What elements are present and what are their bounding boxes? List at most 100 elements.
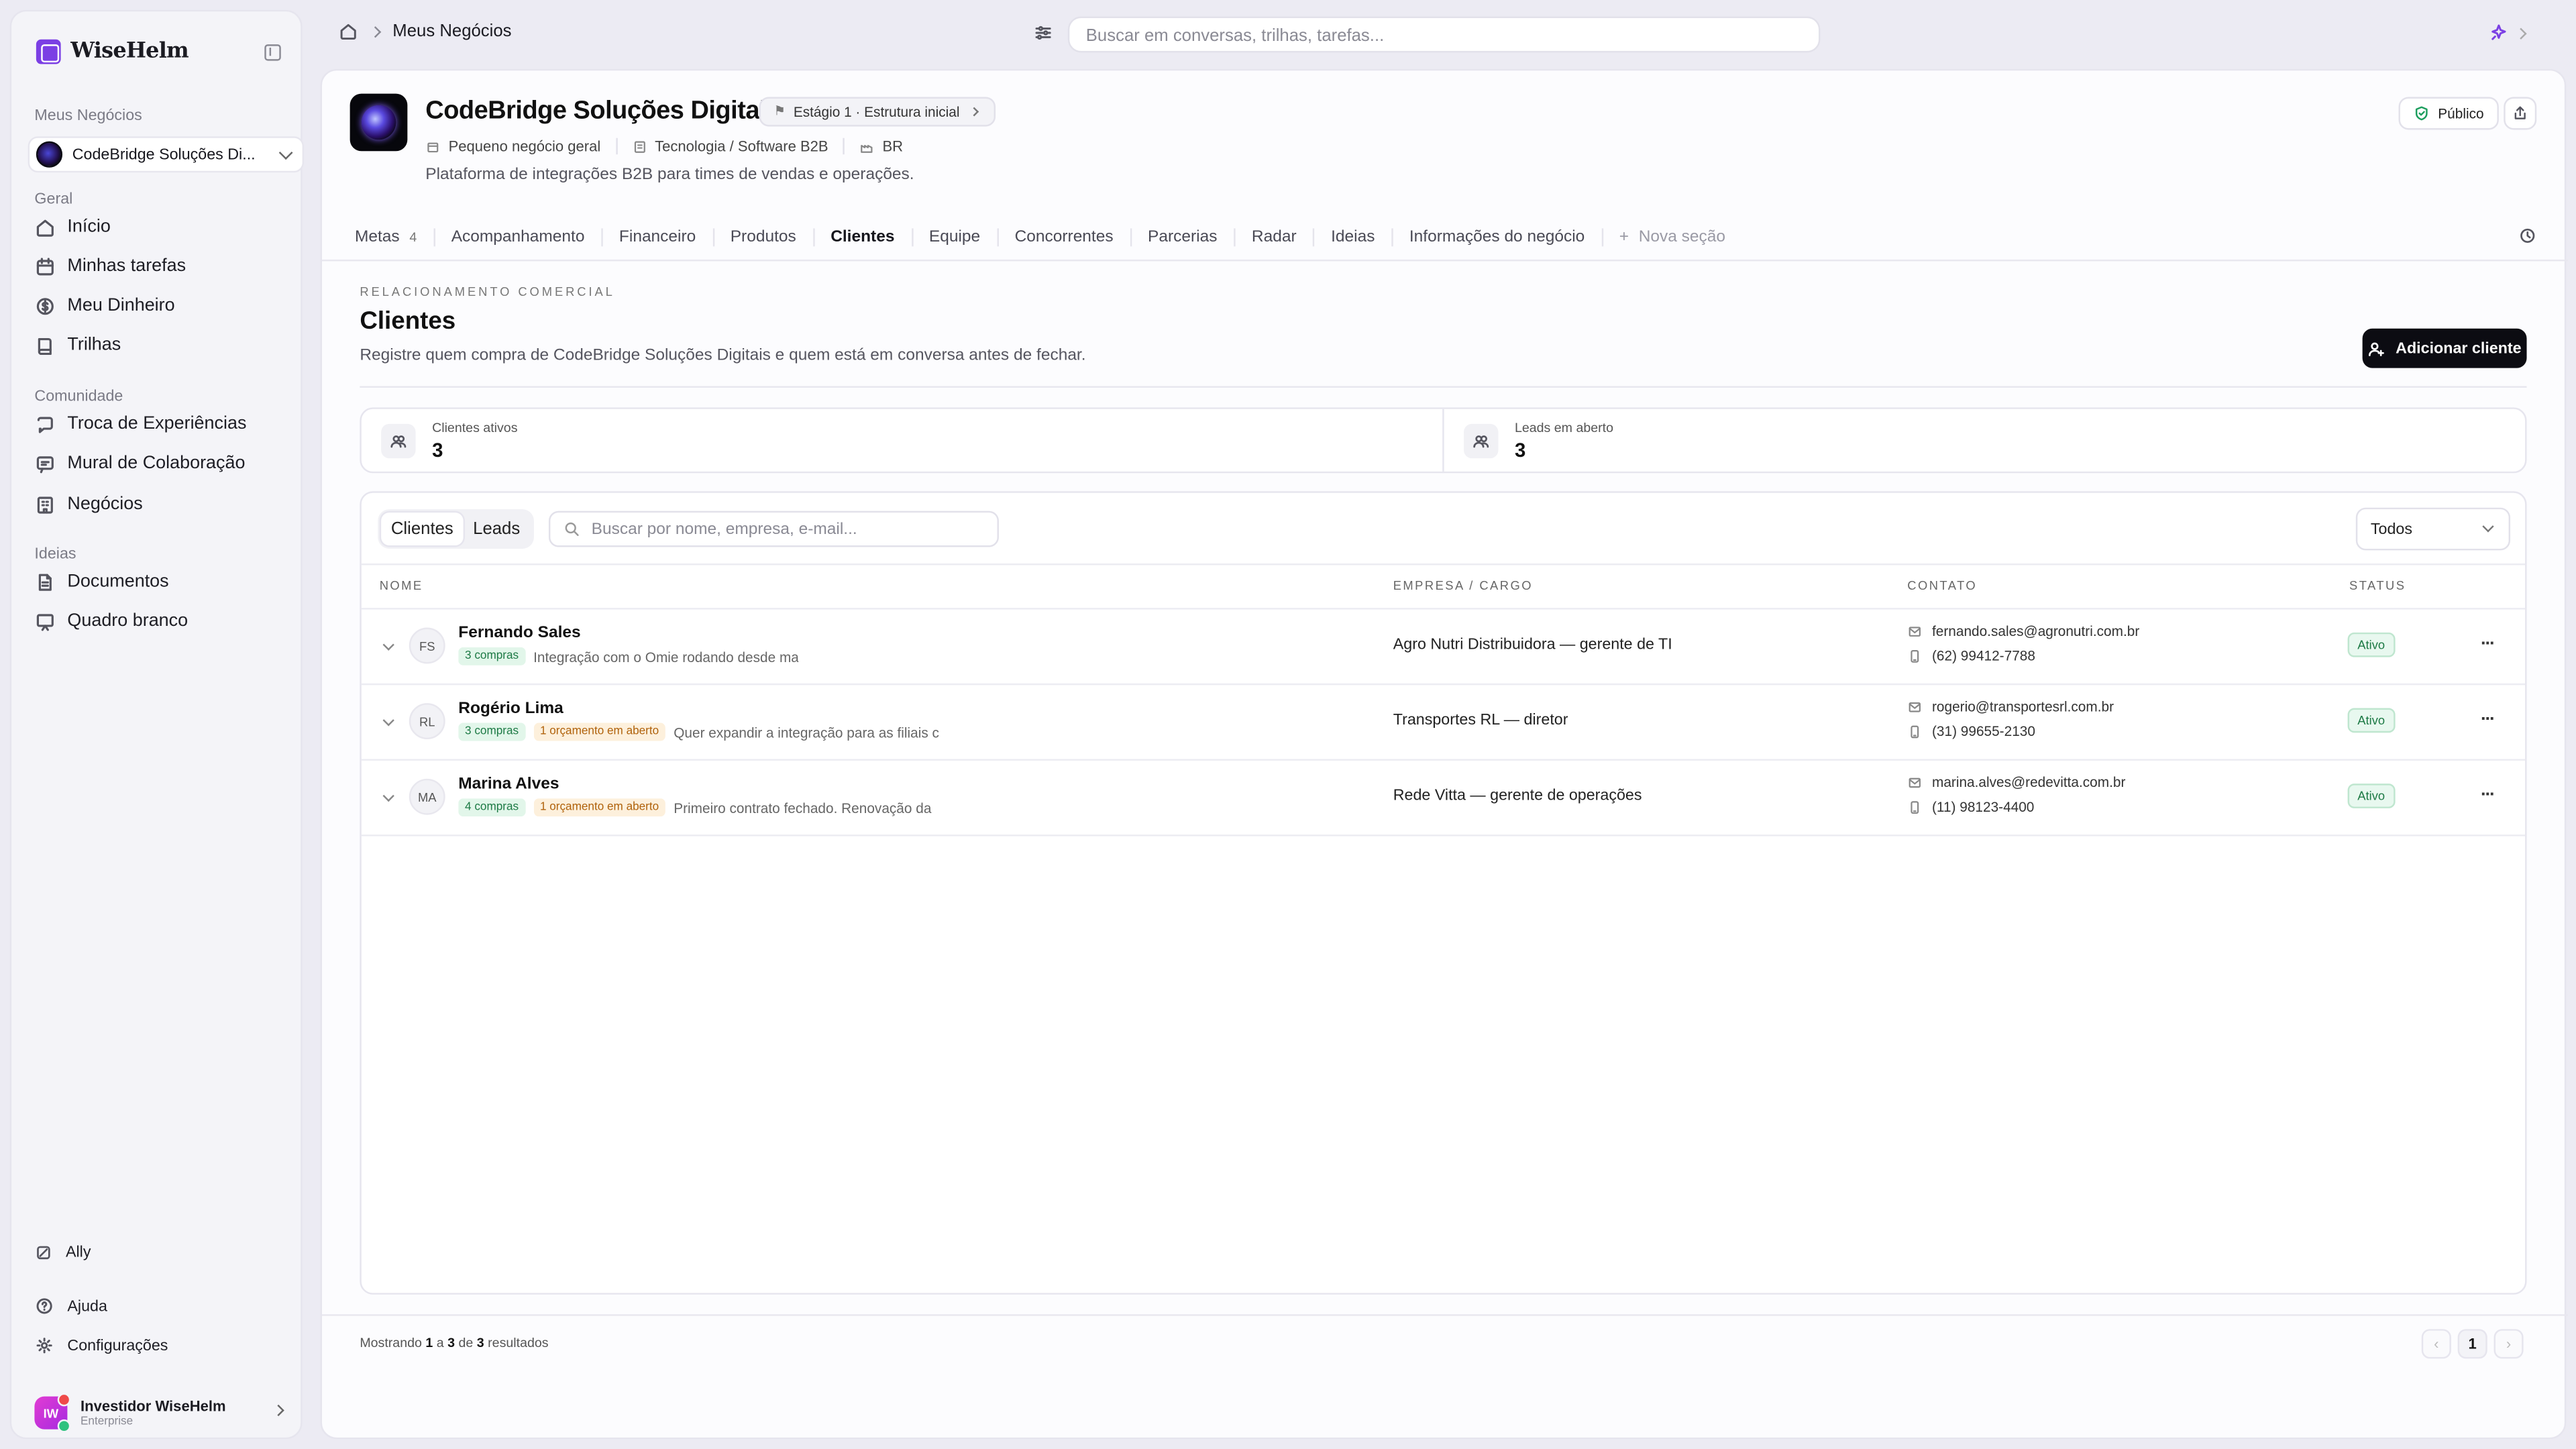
chevron-right-icon [272,1404,284,1417]
store-icon [427,142,439,152]
settings-button[interactable]: Configurações [34,1336,168,1355]
phone-icon [1911,724,1919,738]
clients-table: Clientes Leads Buscar por nome, empresa,… [360,491,2527,1295]
sidebar-item-label: Mural de Colaboração [67,453,246,474]
prev-page-button[interactable]: ‹ [2421,1329,2451,1359]
phone-text: (31) 99655-2130 [1932,722,2035,740]
tab-acompanhamento[interactable]: Acompanhamento [435,227,603,246]
sidebar-item-label: Minhas tarefas [67,256,186,276]
client-note: Quer expandir a integração para as filia… [674,723,939,741]
stage-label: Estágio 1 · Estrutura inicial [793,103,960,120]
tab-nova-secao[interactable]: + Nova seção [1603,227,1741,246]
more-options-icon[interactable]: ··· [2481,786,2496,805]
phone-icon [1911,649,1919,662]
client-phone[interactable]: (31) 99655-2130 [1907,723,2035,739]
status-filter-select[interactable]: Todos [2355,507,2511,551]
tab-radar[interactable]: Radar [1235,227,1315,246]
sidebar-item-negocios[interactable]: Negócios [34,490,143,519]
users-icon [381,423,416,458]
tab-concorrentes[interactable]: Concorrentes [998,227,1132,246]
chevron-down-icon[interactable] [382,714,394,727]
client-company: Transportes RL — diretor [1393,711,1568,730]
global-search-input[interactable]: Buscar em conversas, trilhas, tarefas... [1067,16,1821,53]
table-row[interactable]: RL Rogério Lima 3 compras 1 orçamento em… [361,685,2526,761]
column-header-empresa: EMPRESA / CARGO [1393,578,1533,594]
sidebar-toggle-icon[interactable] [264,44,281,61]
home-icon[interactable] [338,21,358,41]
more-options-icon[interactable]: ··· [2481,634,2496,653]
status-badge: Ativo [2347,632,2395,657]
chevron-right-icon[interactable] [2515,28,2527,40]
tab-label: Concorrentes [1014,227,1114,246]
client-name: Marina Alves [458,775,559,794]
table-row[interactable]: MA Marina Alves 4 compras 1 orçamento em… [361,761,2526,837]
share-button[interactable] [2504,97,2537,130]
chevron-down-icon[interactable] [382,639,394,651]
tab-produtos[interactable]: Produtos [714,227,814,246]
business-country-label: BR [882,138,904,155]
tab-ideias[interactable]: Ideias [1315,227,1393,246]
client-email[interactable]: rogerio@transportesrl.com.br [1907,698,2114,714]
tab-parcerias[interactable]: Parcerias [1132,227,1236,246]
table-search-input[interactable]: Buscar por nome, empresa, e-mail... [548,511,999,547]
next-page-button[interactable]: › [2493,1329,2524,1359]
chevron-down-icon [278,146,293,160]
sidebar-item-troca[interactable]: Troca de Experiências [34,409,246,439]
help-button[interactable]: Ajuda [34,1296,107,1316]
tab-label: Acompanhamento [451,227,585,246]
sidebar-item-mural[interactable]: Mural de Colaboração [34,449,245,478]
page-number-button[interactable]: 1 [2457,1329,2487,1359]
tab-informacoes[interactable]: Informações do negócio [1393,227,1603,246]
ally-button[interactable]: Ally [34,1244,91,1262]
breadcrumb-item[interactable]: Meus Negócios [392,21,511,41]
business-selector-label: CodeBridge Soluções Di... [72,145,256,164]
tab-label: Informações do negócio [1409,227,1585,246]
sidebar-section-label: Meus Negócios [34,107,142,125]
add-client-button[interactable]: Adicionar cliente [2362,328,2527,368]
client-phone[interactable]: (11) 98123-4400 [1907,798,2034,815]
add-client-label: Adicionar cliente [2396,339,2522,358]
user-menu[interactable]: IW Investidor WiseHelm Enterprise [34,1391,289,1434]
chevron-down-icon[interactable] [382,790,394,802]
table-row[interactable]: FS Fernando Sales 3 compras Integração c… [361,610,2526,686]
visibility-button[interactable]: Público [2398,97,2499,130]
segment-leads[interactable]: Leads [463,513,529,545]
sparkle-icon[interactable] [2489,23,2508,42]
segment-control: Clientes Leads [378,509,533,549]
section-kicker: RELACIONAMENTO COMERCIAL [360,284,615,299]
building-icon [37,496,53,513]
sidebar-item-trilhas[interactable]: Trilhas [34,330,121,360]
client-email[interactable]: fernando.sales@agronutri.com.br [1907,623,2139,639]
help-icon [36,1298,52,1314]
search-icon [565,522,579,536]
sidebar-item-quadro[interactable]: Quadro branco [34,606,188,636]
tab-financeiro[interactable]: Financeiro [602,227,714,246]
phone-icon [1911,800,1919,813]
search-placeholder: Buscar por nome, empresa, e-mail... [591,520,857,539]
stage-badge[interactable]: Estágio 1 · Estrutura inicial [759,97,996,127]
business-meta: Pequeno negócio geral Tecnologia / Softw… [425,138,918,155]
tab-clientes[interactable]: Clientes [814,227,913,246]
client-email[interactable]: marina.alves@redevitta.com.br [1907,773,2125,790]
business-logo [350,93,408,152]
client-name: Rogério Lima [458,700,564,718]
open-quote-badge: 1 orçamento em aberto [533,722,665,741]
filter-icon[interactable] [1033,23,1053,42]
business-avatar [36,141,63,168]
client-company: Rede Vitta — gerente de operações [1393,787,1642,806]
business-selector[interactable]: CodeBridge Soluções Di... [28,136,305,173]
sidebar-item-inicio[interactable]: Início [34,212,111,241]
tab-equipe[interactable]: Equipe [912,227,999,246]
sidebar-item-label: Início [67,217,111,237]
business-sector: Tecnologia / Software B2B [617,138,845,155]
history-icon[interactable] [2518,227,2536,245]
sidebar-item-tarefas[interactable]: Minhas tarefas [34,252,186,281]
sidebar-item-dinheiro[interactable]: Meu Dinheiro [34,290,175,320]
sidebar-item-documentos[interactable]: Documentos [34,567,169,596]
more-options-icon[interactable]: ··· [2481,710,2496,729]
brand[interactable]: WiseHelm [36,39,189,64]
client-phone[interactable]: (62) 99412-7788 [1907,647,2035,663]
sidebar: WiseHelm Meus Negócios CodeBridge Soluçõ… [9,9,305,1440]
tab-metas[interactable]: Metas 4 [355,227,435,246]
segment-clientes[interactable]: Clientes [381,513,464,546]
